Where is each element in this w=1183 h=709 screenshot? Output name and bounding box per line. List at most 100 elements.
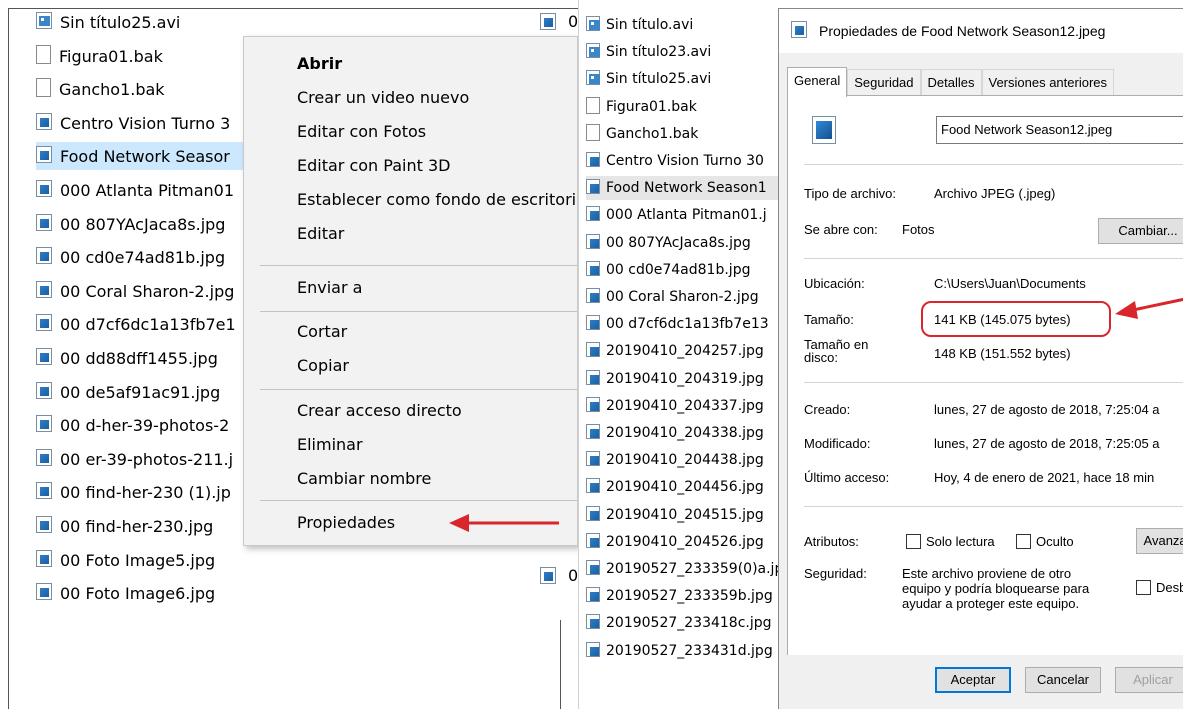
unblock-checkbox-label: Desbloquear — [1156, 580, 1183, 595]
file-list-item[interactable]: 00 d7cf6dc1a13fb7e1 — [36, 310, 276, 338]
unblock-checkbox[interactable] — [1136, 580, 1151, 595]
file-list-item[interactable]: 20190410_204438.jpg — [586, 448, 788, 472]
modified-label: Modificado: — [804, 436, 871, 451]
menu-item-set-background[interactable]: Establecer como fondo de escritorio — [297, 190, 577, 209]
file-name: Gancho1.bak — [606, 126, 699, 142]
file-name: Sin título23.avi — [606, 44, 712, 60]
menu-item-rename[interactable]: Cambiar nombre — [297, 469, 431, 488]
file-name: 00 er-39-photos-211.j — [60, 449, 234, 469]
accessed-value: Hoy, 4 de enero de 2021, hace 18 min — [934, 470, 1155, 485]
menu-item-create-shortcut[interactable]: Crear acceso directo — [297, 401, 462, 420]
menu-item-copy[interactable]: Copiar — [297, 356, 349, 375]
file-list-item[interactable]: Sin título25.avi — [36, 8, 276, 36]
file-list-item[interactable]: 00 Foto Image6.jpg — [36, 579, 276, 607]
image-file-icon — [540, 567, 556, 588]
file-list-item[interactable]: Food Network Season1 — [586, 176, 788, 200]
file-name: 00 de5af91ac91.jpg — [60, 382, 221, 402]
file-list-item[interactable]: 00 d-her-39-photos-2 — [36, 411, 276, 439]
file-name: Sin título25.avi — [606, 71, 712, 87]
file-list-item[interactable]: 20190410_204338.jpg — [586, 421, 788, 445]
menu-item-properties[interactable]: Propiedades — [297, 513, 395, 532]
file-list-item[interactable]: 00 cd0e74ad81b.jpg — [586, 258, 788, 282]
file-list-item[interactable]: 00 find-her-230.jpg — [36, 512, 276, 540]
file-list-item[interactable]: 00 er-39-photos-211.j — [36, 445, 276, 473]
file-list-item[interactable]: Figura01.bak — [36, 42, 276, 70]
file-list-item[interactable]: Gancho1.bak — [36, 75, 276, 103]
advanced-button[interactable]: Avanzadas... — [1136, 528, 1183, 554]
image-file-icon — [36, 549, 52, 571]
file-list-item[interactable]: Centro Vision Turno 3 — [36, 109, 276, 137]
menu-item-delete[interactable]: Eliminar — [297, 435, 363, 454]
file-list-item[interactable]: Sin título25.avi — [586, 67, 788, 91]
file-list-item[interactable]: 00 Foto Image5.jpg — [36, 546, 276, 574]
file-list-item[interactable]: 00 807YAcJaca8s.jpg — [586, 231, 788, 255]
file-name: 00 cd0e74ad81b.jpg — [60, 247, 226, 267]
menu-item-edit-photos[interactable]: Editar con Fotos — [297, 122, 426, 141]
tab-security[interactable]: Seguridad — [847, 69, 921, 95]
filename-field[interactable]: Food Network Season12.jpeg — [936, 116, 1183, 144]
change-app-button[interactable]: Cambiar... — [1098, 218, 1183, 244]
file-list-item[interactable]: 20190410_204456.jpg — [586, 475, 788, 499]
image-file-icon — [586, 450, 600, 470]
file-list-item[interactable]: Sin título23.avi — [586, 40, 788, 64]
file-name: 00 Coral Sharon-2.jpg — [60, 281, 235, 301]
readonly-checkbox[interactable] — [906, 534, 921, 549]
ok-button[interactable]: Aceptar — [935, 667, 1011, 693]
image-file-icon — [586, 341, 600, 361]
cancel-button[interactable]: Cancelar — [1025, 667, 1101, 693]
file-list-item[interactable]: 00 807YAcJaca8s.jpg — [36, 210, 276, 238]
tab-details[interactable]: Detalles — [920, 69, 982, 95]
file-list-item[interactable]: 20190410_204319.jpg — [586, 367, 788, 391]
file-list-item[interactable]: 20190527_233359(0)a.jp — [586, 557, 788, 581]
image-file-icon — [586, 505, 600, 525]
tab-previous-versions[interactable]: Versiones anteriores — [981, 69, 1115, 95]
file-list-item[interactable]: 00 cd0e74ad81b.jpg — [36, 243, 276, 271]
menu-item-open[interactable]: Abrir — [297, 54, 342, 73]
file-list-item[interactable]: 000 Atlanta Pitman01 — [36, 176, 276, 204]
image-file-icon — [586, 477, 600, 497]
menu-item-cut[interactable]: Cortar — [297, 322, 347, 341]
file-list-item[interactable]: 20190410_204515.jpg — [586, 503, 788, 527]
file-name: 000 Atlanta Pitman01.j — [606, 207, 767, 223]
file-list-item[interactable]: 20190527_233418c.jpg — [586, 611, 788, 635]
file-name: 20190410_204319.jpg — [606, 371, 764, 387]
file-name: 20190527_233418c.jpg — [606, 615, 772, 631]
created-value: lunes, 27 de agosto de 2018, 7:25:04 a — [934, 402, 1160, 417]
blank-file-icon — [586, 123, 600, 145]
file-list-item[interactable]: Food Network Seasor — [36, 142, 276, 170]
file-list-item[interactable]: Gancho1.bak — [586, 122, 788, 146]
file-list-item[interactable]: 00 Coral Sharon-2.jpg — [586, 285, 788, 309]
menu-item-edit[interactable]: Editar — [297, 224, 344, 243]
blank-file-icon — [36, 44, 51, 68]
file-list-item[interactable]: 20190527_233431d.jpg — [586, 639, 788, 663]
menu-item-edit-paint3d[interactable]: Editar con Paint 3D — [297, 156, 450, 175]
file-name: 00 Foto Image6.jpg — [60, 583, 216, 603]
file-list-item[interactable]: Sin título.avi — [586, 13, 788, 37]
menu-item-create-video[interactable]: Crear un video nuevo — [297, 88, 469, 107]
file-name: 00 807YAcJaca8s.jpg — [606, 235, 751, 251]
properties-dialog: Propiedades de Food Network Season12.jpe… — [778, 8, 1183, 709]
video-file-icon — [586, 69, 600, 89]
file-list-item[interactable]: 000 Atlanta Pitman01.j — [586, 203, 788, 227]
tab-general[interactable]: General — [787, 67, 848, 97]
file-name: Food Network Seasor — [60, 146, 230, 166]
readonly-checkbox-label: Solo lectura — [926, 534, 995, 549]
hidden-checkbox[interactable] — [1016, 534, 1031, 549]
file-list-item[interactable]: 20190410_204257.jpg — [586, 339, 788, 363]
file-list-item[interactable]: 20190527_233359b.jpg — [586, 584, 788, 608]
apply-button[interactable]: Aplicar — [1115, 667, 1183, 693]
file-list-item[interactable]: Figura01.bak — [586, 95, 788, 119]
file-name: 000 Atlanta Pitman01 — [60, 180, 235, 200]
image-file-icon — [36, 179, 52, 201]
file-list-item[interactable]: 00 de5af91ac91.jpg — [36, 378, 276, 406]
file-list-item[interactable]: 20190410_204526.jpg — [586, 530, 788, 554]
file-list-item[interactable]: 00 find-her-230 (1).jp — [36, 478, 276, 506]
file-list-item[interactable]: Centro Vision Turno 30 — [586, 149, 788, 173]
file-name: 20190410_204257.jpg — [606, 343, 764, 359]
menu-item-send-to[interactable]: Enviar a — [297, 278, 362, 297]
file-list-item[interactable]: 20190410_204337.jpg — [586, 394, 788, 418]
file-list-item[interactable]: 00 dd88dff1455.jpg — [36, 344, 276, 372]
file-list-item[interactable]: 00 d7cf6dc1a13fb7e13 — [586, 312, 788, 336]
dialog-titlebar[interactable]: Propiedades de Food Network Season12.jpe… — [779, 9, 1183, 53]
file-list-item[interactable]: 00 Coral Sharon-2.jpg — [36, 277, 276, 305]
